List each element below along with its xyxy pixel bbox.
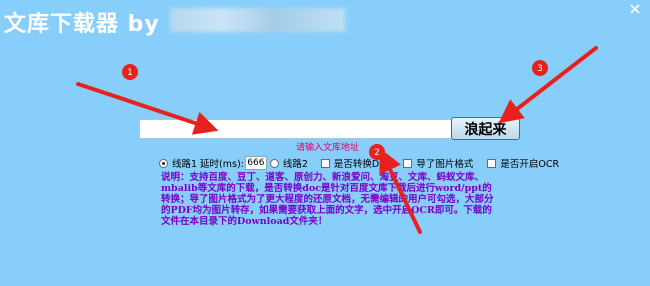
badge-3: 3 [532, 60, 548, 76]
arrow-1 [76, 82, 219, 135]
badge-1: 1 [122, 64, 138, 80]
badge-2-label: 2 [374, 148, 380, 158]
badge-2: 2 [369, 144, 385, 160]
arrow-3 [498, 46, 598, 124]
annotation-overlay: 1 2 3 [76, 46, 598, 234]
badge-1-label: 1 [127, 68, 133, 78]
arrow-2 [379, 148, 422, 234]
badge-3-label: 3 [537, 64, 543, 74]
app-window: 文库下载器 by 浪起来 请输入文库地址 线路1 延时(ms): 666 线路2… [0, 0, 650, 286]
